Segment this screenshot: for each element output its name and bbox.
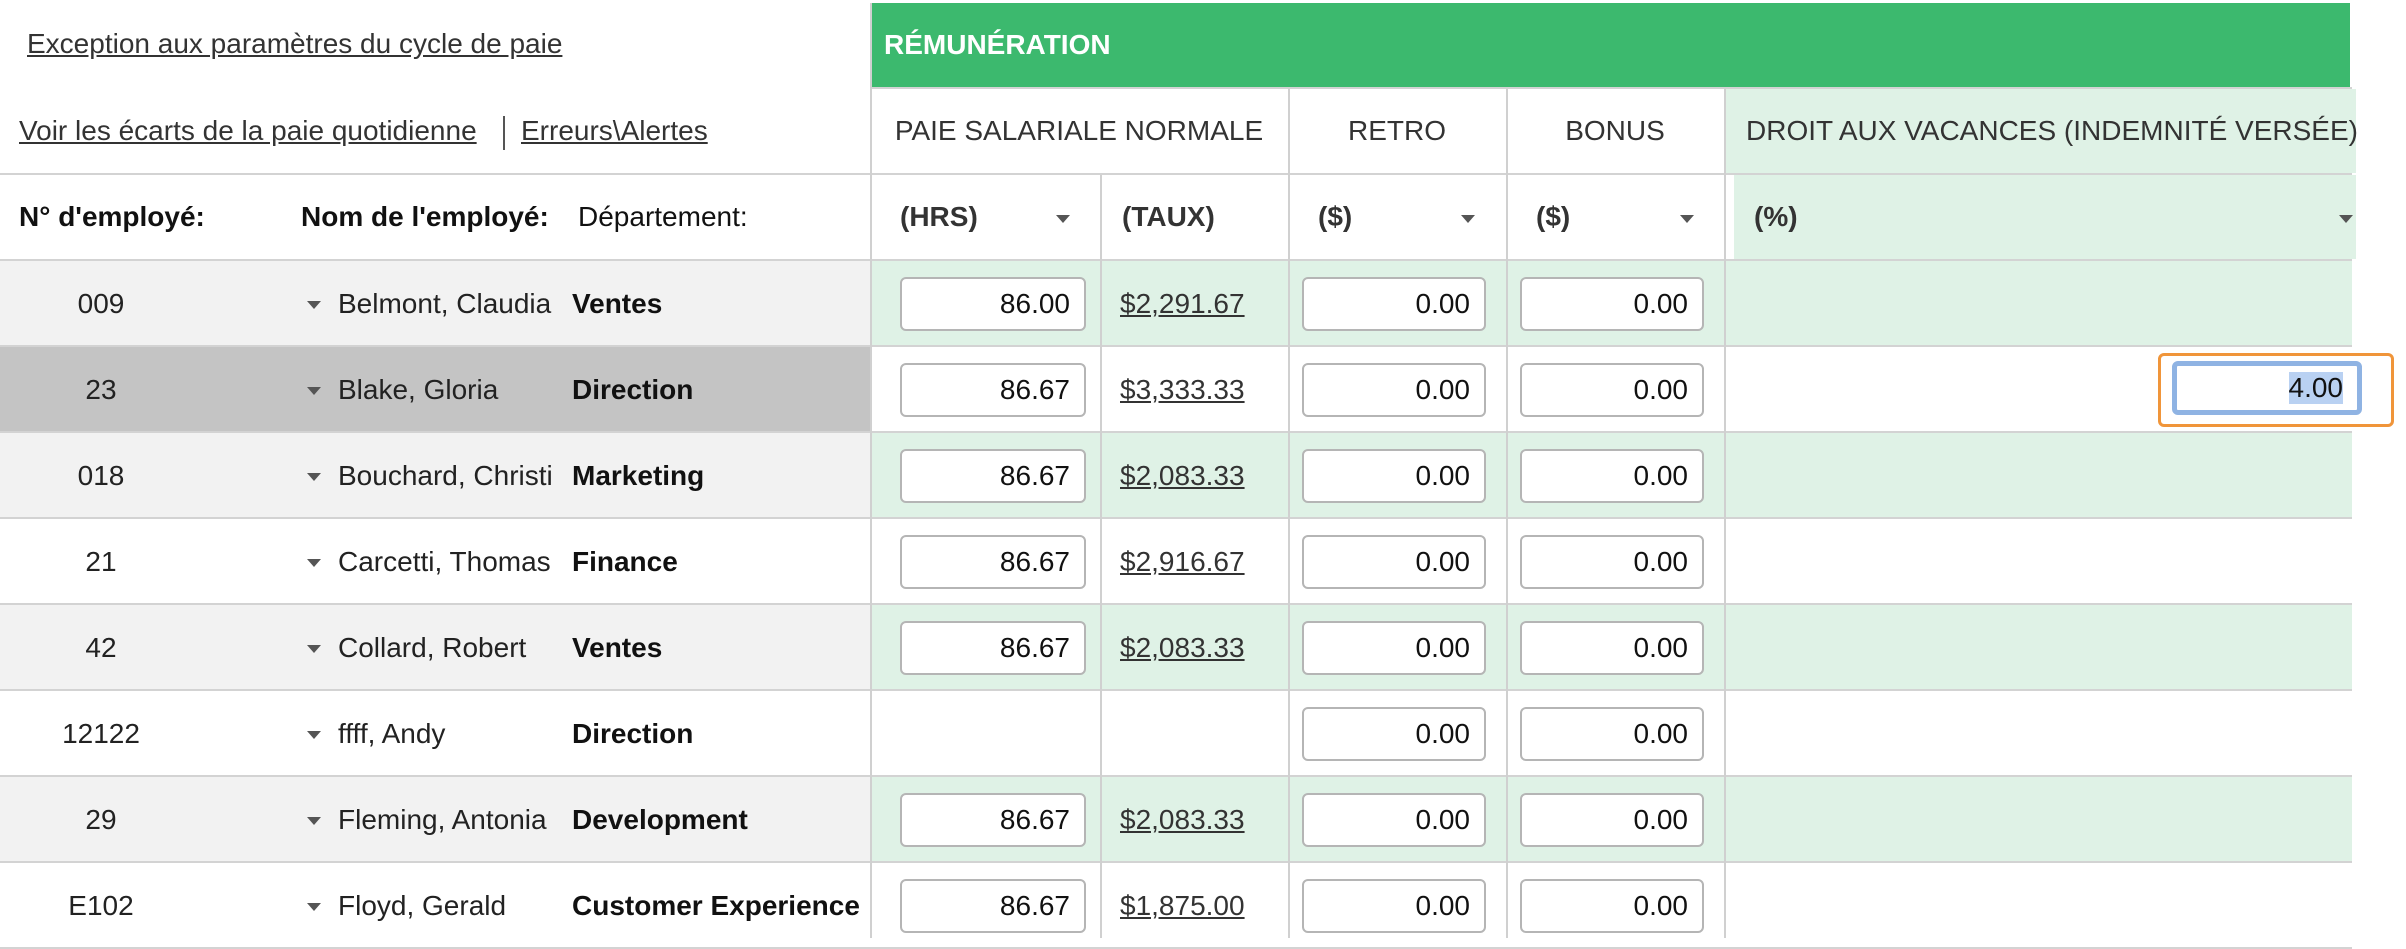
- employee-menu-caret-icon[interactable]: [307, 817, 321, 825]
- employee-name[interactable]: Floyd, Gerald: [338, 863, 506, 949]
- subheader-rate: (TAUX): [1122, 201, 1215, 232]
- bonus-input[interactable]: 0.00: [1520, 707, 1704, 761]
- employee-menu-caret-icon[interactable]: [307, 473, 321, 481]
- employee-menu-caret-icon[interactable]: [307, 301, 321, 309]
- divider: [1100, 175, 1102, 938]
- employee-name[interactable]: Belmont, Claudia: [338, 261, 551, 347]
- payroll-cycle-exception-link[interactable]: Exception aux paramètres du cycle de pai…: [27, 28, 562, 60]
- retro-input[interactable]: 0.00: [1302, 535, 1486, 589]
- rate-link[interactable]: $2,916.67: [1120, 519, 1245, 605]
- employee-number: 42: [85, 632, 117, 663]
- employee-department: Direction: [572, 374, 694, 405]
- hours-dropdown-icon[interactable]: [1056, 215, 1070, 223]
- divider: [870, 3, 872, 938]
- errors-alerts-link[interactable]: Erreurs\Alertes: [521, 115, 708, 147]
- hours-input[interactable]: 86.67: [900, 879, 1086, 933]
- column-header-vacation: DROIT AUX VACANCES (INDEMNITÉ VERSÉE): [1724, 89, 2358, 173]
- retro-input[interactable]: 0.00: [1302, 277, 1486, 331]
- column-header-bonus: BONUS: [1565, 115, 1665, 146]
- employee-department: Finance: [572, 546, 678, 577]
- header-employee-name: Nom de l'employé:: [301, 201, 549, 232]
- employee-menu-caret-icon[interactable]: [307, 731, 321, 739]
- employee-name[interactable]: ffff, Andy: [338, 691, 445, 777]
- employee-number: 12122: [62, 718, 140, 749]
- employee-menu-caret-icon[interactable]: [307, 387, 321, 395]
- hours-input[interactable]: 86.67: [900, 535, 1086, 589]
- hours-input[interactable]: 86.67: [900, 363, 1086, 417]
- employee-department: Direction: [572, 718, 694, 749]
- daily-pay-variance-link[interactable]: Voir les écarts de la paie quotidienne: [19, 115, 477, 147]
- retro-input[interactable]: 0.00: [1302, 621, 1486, 675]
- employee-name[interactable]: Fleming, Antonia: [338, 777, 547, 863]
- employee-number: E102: [68, 890, 134, 921]
- hours-input[interactable]: 86.67: [900, 449, 1086, 503]
- employee-department: Customer Experience: [572, 890, 860, 921]
- header-employee-number: N° d'employé:: [19, 201, 205, 232]
- table-row[interactable]: 018 Bouchard, Christi Marketing 86.67 $2,083…: [0, 433, 2352, 519]
- employee-name[interactable]: Blake, Gloria: [338, 347, 498, 433]
- bonus-input[interactable]: 0.00: [1520, 793, 1704, 847]
- vacation-percent-input[interactable]: 4.00: [2172, 361, 2362, 415]
- retro-input[interactable]: 0.00: [1302, 793, 1486, 847]
- selected-text: 4.00: [2288, 372, 2343, 404]
- table-row[interactable]: E102 Floyd, Gerald Customer Experience 86.6…: [0, 863, 2352, 949]
- retro-input[interactable]: 0.00: [1302, 363, 1486, 417]
- employee-number: 21: [85, 546, 117, 577]
- bonus-dropdown-icon[interactable]: [1680, 215, 1694, 223]
- employee-number: 29: [85, 804, 117, 835]
- table-row[interactable]: 23 Blake, Gloria Direction 86.67 $3,333.33 0.…: [0, 347, 2394, 433]
- bonus-input[interactable]: 0.00: [1520, 535, 1704, 589]
- divider: [1288, 89, 1290, 938]
- employee-menu-caret-icon[interactable]: [307, 559, 321, 567]
- rate-link[interactable]: $2,083.33: [1120, 605, 1245, 691]
- table-row[interactable]: 42 Collard, Robert Ventes 86.67 $2,083.33 0.0…: [0, 605, 2352, 691]
- employee-department: Ventes: [572, 632, 663, 663]
- retro-input[interactable]: 0.00: [1302, 449, 1486, 503]
- retro-input[interactable]: 0.00: [1302, 879, 1486, 933]
- subheader-vacation-unit[interactable]: (%): [1734, 175, 2356, 259]
- employee-name[interactable]: Collard, Robert: [338, 605, 526, 691]
- divider: [0, 173, 2352, 175]
- employee-department: Marketing: [572, 460, 705, 491]
- employee-menu-caret-icon[interactable]: [307, 903, 321, 911]
- table-row[interactable]: 12122 ffff, Andy Direction 0.00 0.00: [0, 691, 2352, 777]
- column-header-retro: RETRO: [1348, 115, 1446, 146]
- rate-link[interactable]: $2,083.33: [1120, 433, 1245, 519]
- employee-name[interactable]: Carcetti, Thomas: [338, 519, 551, 605]
- rate-link[interactable]: $2,291.67: [1120, 261, 1245, 347]
- section-header-label: RÉMUNÉRATION: [884, 29, 1111, 60]
- bonus-input[interactable]: 0.00: [1520, 363, 1704, 417]
- bonus-input[interactable]: 0.00: [1520, 879, 1704, 933]
- divider: [870, 87, 2352, 89]
- retro-input[interactable]: 0.00: [1302, 707, 1486, 761]
- rate-link[interactable]: $3,333.33: [1120, 347, 1245, 433]
- bonus-input[interactable]: 0.00: [1520, 277, 1704, 331]
- divider: [1724, 89, 1726, 938]
- employee-number: 23: [85, 374, 117, 405]
- table-row[interactable]: 009 Belmont, Claudia Ventes 86.00 $2,291.67 0…: [0, 261, 2352, 347]
- employee-name[interactable]: Bouchard, Christi: [338, 433, 553, 519]
- rate-link[interactable]: $2,083.33: [1120, 777, 1245, 863]
- divider: [0, 259, 2352, 261]
- table-row[interactable]: 21 Carcetti, Thomas Finance 86.67 $2,916.67 0…: [0, 519, 2352, 605]
- employee-department: Development: [572, 804, 748, 835]
- retro-dropdown-icon[interactable]: [1461, 215, 1475, 223]
- bonus-input[interactable]: 0.00: [1520, 621, 1704, 675]
- link-separator: [503, 116, 505, 150]
- employee-department: Ventes: [572, 288, 663, 319]
- divider: [1506, 89, 1508, 938]
- rate-link[interactable]: $1,875.00: [1120, 863, 1245, 949]
- column-header-regular-pay: PAIE SALARIALE NORMALE: [894, 115, 1264, 146]
- remuneration-section-header: RÉMUNÉRATION: [870, 3, 2350, 87]
- employee-number: 009: [77, 288, 125, 319]
- employee-number: 018: [77, 460, 125, 491]
- employee-menu-caret-icon[interactable]: [307, 645, 321, 653]
- bonus-input[interactable]: 0.00: [1520, 449, 1704, 503]
- hours-input[interactable]: 86.00: [900, 277, 1086, 331]
- hours-input[interactable]: 86.67: [900, 793, 1086, 847]
- header-department: Département:: [578, 201, 748, 232]
- vacation-dropdown-icon[interactable]: [2339, 215, 2353, 223]
- hours-input[interactable]: 86.67: [900, 621, 1086, 675]
- table-row[interactable]: 29 Fleming, Antonia Development 86.67 $2,083…: [0, 777, 2352, 863]
